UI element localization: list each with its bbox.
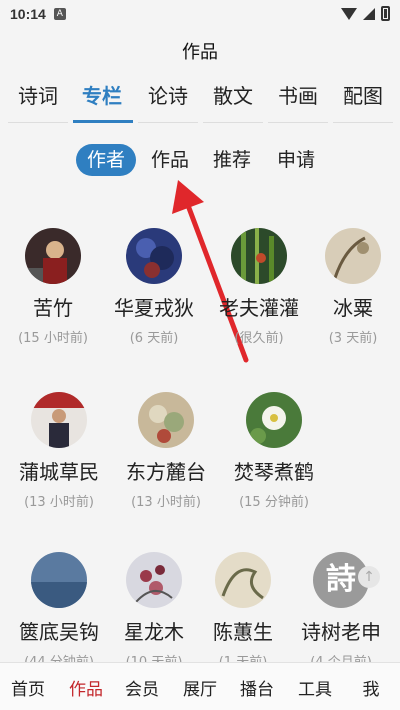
sub-tabs: 作者 作品 推荐 申请 (0, 144, 400, 178)
author-last-active: (13 小时前) (24, 495, 94, 510)
nav-me[interactable]: 我 (346, 675, 396, 700)
author-card[interactable]: 苦竹 (15 小时前) (8, 228, 98, 346)
tab-shuhua[interactable]: 书画 (268, 80, 328, 109)
status-time: 10:14 (10, 6, 46, 22)
avatar (231, 228, 287, 284)
nav-tools[interactable]: 工具 (290, 675, 340, 700)
author-card[interactable]: 冰粟 (3 天前) (308, 228, 398, 346)
tab-zhuanlan[interactable]: 专栏 (72, 80, 132, 109)
tab-divider (333, 122, 393, 123)
avatar (126, 228, 182, 284)
category-tabs: 诗词 专栏 论诗 散文 书画 配图 (0, 80, 400, 123)
author-name: 冰粟 (333, 296, 373, 320)
tab-sanwen[interactable]: 散文 (203, 80, 263, 109)
tab-divider (203, 122, 263, 123)
nav-gallery[interactable]: 展厅 (175, 675, 225, 700)
author-card[interactable]: 蒲城草民 (13 小时前) (14, 392, 104, 510)
avatar (31, 552, 87, 608)
nav-works[interactable]: 作品 (61, 675, 111, 700)
author-card[interactable]: 星龙木 (10 天前) (109, 552, 199, 670)
tab-lunshi[interactable]: 论诗 (138, 80, 198, 109)
author-last-active: (很久前) (234, 331, 284, 346)
author-card[interactable]: 焚琴煮鹤 (15 分钟前) (229, 392, 319, 510)
nav-broadcast[interactable]: 播台 (232, 675, 282, 700)
notification-a-icon: A (53, 8, 66, 20)
avatar (246, 392, 302, 448)
scroll-to-top-icon[interactable]: ↑ (358, 566, 380, 588)
author-name: 诗树老申 (301, 620, 381, 644)
tab-divider (138, 122, 198, 123)
nav-members[interactable]: 会员 (117, 675, 167, 700)
cell-signal-icon (363, 7, 375, 20)
avatar (126, 552, 182, 608)
author-last-active: (13 小时前) (131, 495, 201, 510)
avatar (31, 392, 87, 448)
page-title: 作品 (182, 42, 218, 63)
author-card[interactable]: 篋底吴钩 (44 分钟前) (14, 552, 104, 670)
author-name: 陈蕙生 (213, 620, 273, 644)
active-tab-indicator (73, 120, 133, 123)
tab-divider (268, 122, 328, 123)
author-name: 篋底吴钩 (19, 620, 99, 644)
subtab-recommend[interactable]: 推荐 (206, 144, 258, 176)
status-bar: 10:14 A (0, 0, 400, 28)
bottom-nav: 首页 作品 会员 展厅 播台 工具 我 (0, 662, 400, 710)
author-card[interactable]: 东方麓台 (13 小时前) (121, 392, 211, 510)
subtab-apply[interactable]: 申请 (270, 144, 322, 176)
author-name: 蒲城草民 (19, 460, 99, 484)
subtab-author[interactable]: 作者 (76, 144, 136, 176)
author-last-active: (6 天前) (129, 331, 179, 346)
author-name: 东方麓台 (126, 460, 206, 484)
author-card[interactable]: 陈蕙生 (1 天前) (198, 552, 288, 670)
nav-home[interactable]: 首页 (3, 675, 53, 700)
tab-shici[interactable]: 诗词 (8, 80, 68, 109)
author-last-active: (3 天前) (328, 331, 378, 346)
author-last-active: (15 小时前) (18, 331, 88, 346)
battery-icon (381, 6, 390, 21)
author-name: 焚琴煮鹤 (234, 460, 314, 484)
tab-divider (8, 122, 68, 123)
tab-peitu[interactable]: 配图 (333, 80, 393, 109)
avatar (325, 228, 381, 284)
wifi-icon (341, 7, 357, 20)
author-name: 老夫灌灌 (219, 296, 299, 320)
avatar (25, 228, 81, 284)
author-last-active: (15 分钟前) (239, 495, 309, 510)
author-name: 苦竹 (33, 296, 73, 320)
author-name: 华夏戎狄 (114, 296, 194, 320)
subtab-works[interactable]: 作品 (144, 144, 196, 176)
status-icons (341, 6, 390, 21)
author-card[interactable]: 老夫灌灌 (很久前) (214, 228, 304, 346)
author-name: 星龙木 (124, 620, 184, 644)
avatar (215, 552, 271, 608)
avatar (138, 392, 194, 448)
author-card[interactable]: 华夏戎狄 (6 天前) (109, 228, 199, 346)
